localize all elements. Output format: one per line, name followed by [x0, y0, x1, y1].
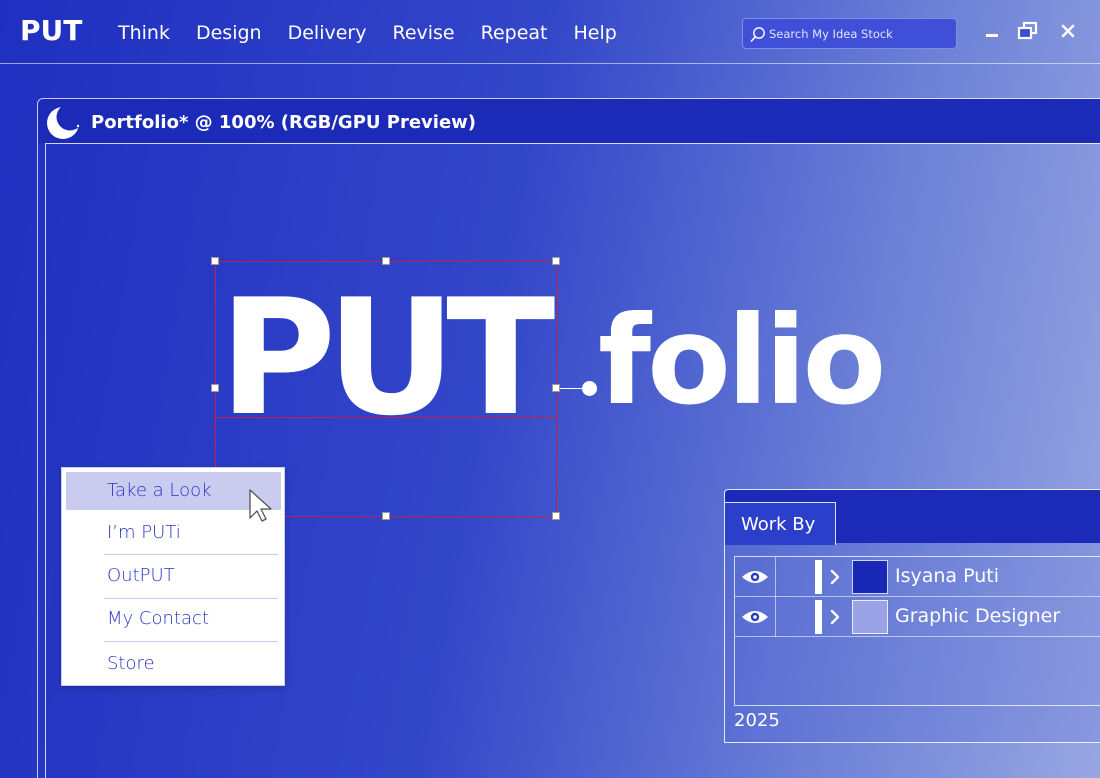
menu-item-help[interactable]: Help	[574, 22, 617, 44]
menu-divider	[104, 554, 278, 555]
layer-thumbnail	[852, 560, 888, 594]
layer-color-bar	[815, 600, 822, 634]
minimize-button[interactable]	[979, 18, 1005, 44]
tab-work-by[interactable]: Work By	[725, 502, 836, 545]
context-menu-item-my-contact[interactable]: My Contact	[66, 600, 281, 638]
minimize-icon	[986, 34, 998, 37]
mouse-pointer-icon	[249, 489, 272, 522]
restore-button[interactable]	[1015, 18, 1041, 44]
top-menu-bar: PUT Think Design Delivery Revise Repeat …	[0, 0, 1100, 64]
resize-handle-top[interactable]	[382, 257, 390, 265]
layer-name: Graphic Designer	[895, 605, 1061, 627]
tab-label: Work By	[741, 514, 816, 535]
layer-name: Isyana Puti	[895, 565, 1000, 587]
layer-row[interactable]: Isyana Puti	[735, 557, 1100, 597]
eye-visibility-icon[interactable]	[740, 568, 770, 586]
cell-divider	[775, 597, 776, 637]
anchor-point[interactable]	[582, 381, 597, 396]
context-menu-item-output[interactable]: OutPUT	[66, 557, 281, 595]
close-icon	[1061, 24, 1075, 38]
menu-item-repeat[interactable]: Repeat	[481, 22, 548, 44]
chevron-right-icon[interactable]	[829, 609, 841, 625]
moon-icon	[47, 103, 84, 139]
close-button[interactable]	[1055, 18, 1081, 44]
menu-item-think[interactable]: Think	[118, 22, 170, 44]
cell-divider	[775, 557, 776, 597]
resize-handle-left[interactable]	[211, 384, 219, 392]
chevron-right-icon[interactable]	[829, 569, 841, 585]
search-icon	[750, 27, 765, 42]
resize-handle-bottom-right[interactable]	[552, 512, 560, 520]
year-label: 2025	[734, 710, 780, 731]
context-menu-item-store[interactable]: Store	[66, 645, 281, 683]
resize-handle-right[interactable]	[552, 384, 560, 392]
eye-visibility-icon[interactable]	[740, 608, 770, 626]
menu-divider	[104, 598, 278, 599]
menu-divider	[104, 641, 278, 642]
layer-row[interactable]: Graphic Designer	[735, 597, 1100, 637]
resize-handle-bottom[interactable]	[382, 512, 390, 520]
document-title: Portfolio* @ 100% (RGB/GPU Preview)	[91, 112, 477, 133]
layer-color-bar	[815, 560, 822, 594]
layer-list: Isyana Puti Graphic Designer	[734, 556, 1100, 706]
document-title-bar[interactable]: Portfolio* @ 100% (RGB/GPU Preview)	[38, 99, 1100, 143]
main-menu: Think Design Delivery Revise Repeat Help	[118, 22, 643, 44]
search-box[interactable]	[742, 18, 957, 49]
selection-box[interactable]	[215, 261, 557, 418]
artwork-folio-text[interactable]: folio	[598, 300, 886, 422]
menu-item-delivery[interactable]: Delivery	[288, 22, 367, 44]
layers-panel: Work By Isyana Puti Graphic Designer 202…	[724, 489, 1100, 743]
menu-item-revise[interactable]: Revise	[392, 22, 454, 44]
restore-icon	[1017, 21, 1038, 40]
search-input[interactable]	[769, 23, 953, 45]
layer-thumbnail	[852, 600, 888, 634]
resize-handle-top-left[interactable]	[211, 257, 219, 265]
app-logo[interactable]: PUT	[20, 14, 82, 47]
resize-handle-top-right[interactable]	[552, 257, 560, 265]
menu-item-design[interactable]: Design	[196, 22, 262, 44]
